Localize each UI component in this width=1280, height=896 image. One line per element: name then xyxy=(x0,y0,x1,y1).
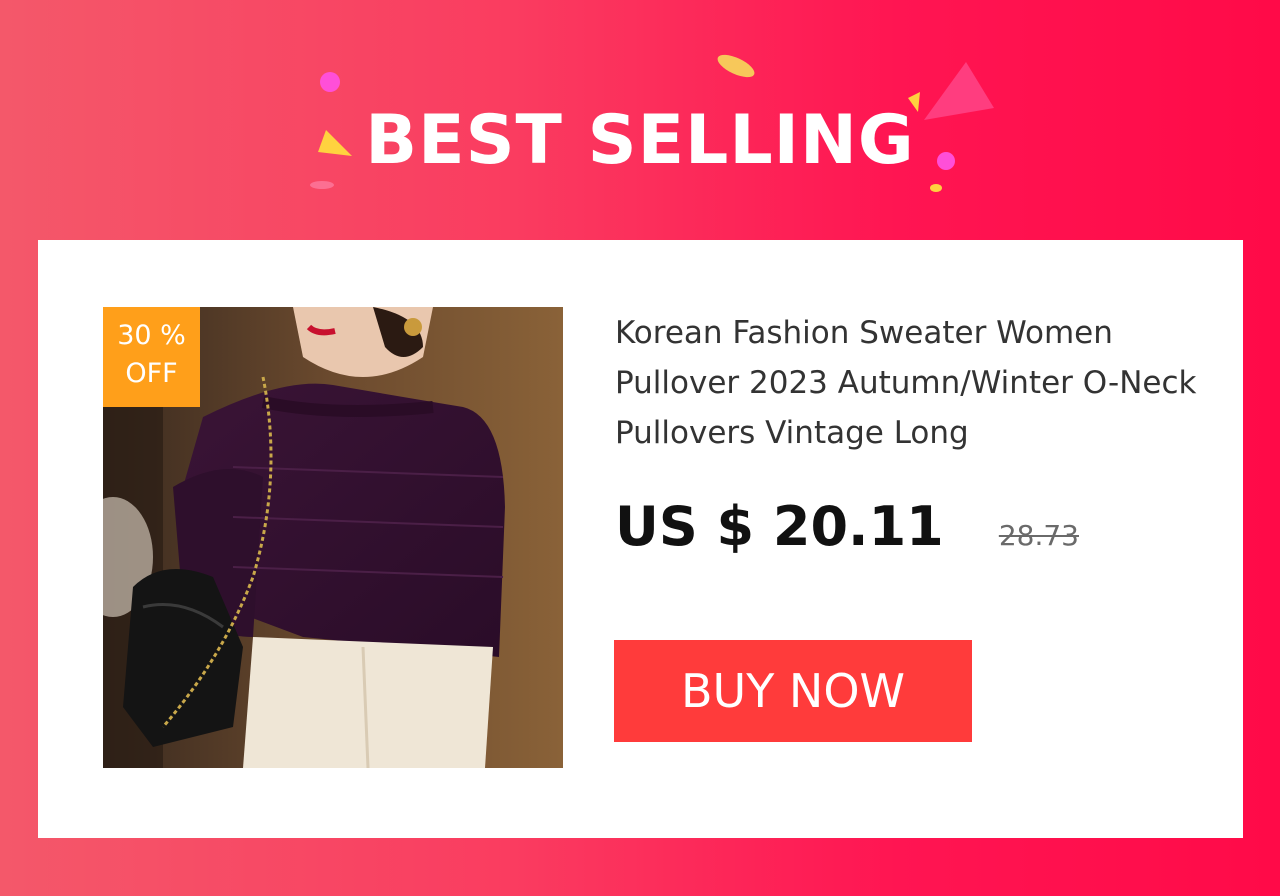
price-row: US $ 20.11 28.73 xyxy=(615,492,1079,562)
banner-title: BEST SELLING xyxy=(365,101,915,180)
current-price: US $ 20.11 xyxy=(615,495,944,558)
product-card[interactable]: 30 % OFF Korean Fashion Sweater Women Pu… xyxy=(38,240,1243,838)
product-title[interactable]: Korean Fashion Sweater Women Pullover 20… xyxy=(615,308,1205,458)
discount-percent: 30 % xyxy=(117,320,186,351)
original-price: 28.73 xyxy=(998,518,1079,552)
discount-badge: 30 % OFF xyxy=(103,307,200,407)
product-image[interactable]: 30 % OFF xyxy=(103,307,563,768)
discount-off: OFF xyxy=(125,358,178,389)
buy-now-button[interactable]: BUY NOW xyxy=(614,640,972,742)
